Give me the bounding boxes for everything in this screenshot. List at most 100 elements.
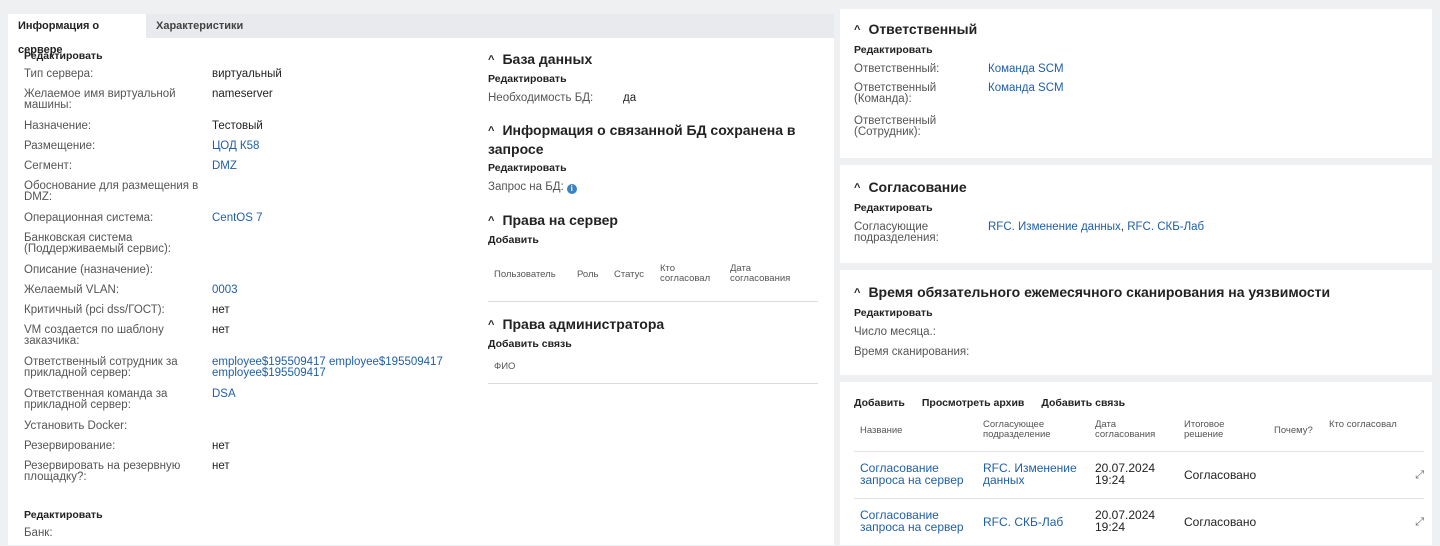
field-label: Желаемый VLAN:: [24, 284, 120, 296]
divider: [488, 383, 818, 384]
column-header[interactable]: Почему?: [1274, 426, 1313, 436]
column-header[interactable]: Согласующее подразделение: [983, 420, 1073, 440]
field-label: Критичный (pci dss/ГОСТ):: [24, 304, 165, 316]
field-value: виртуальный: [212, 68, 282, 80]
expand-icon[interactable]: ⤢: [1415, 516, 1424, 528]
column-header[interactable]: Название: [860, 426, 902, 436]
dept-link[interactable]: RFC. СКБ-Лаб: [983, 516, 1083, 528]
edit-approval-link[interactable]: Редактировать: [854, 202, 933, 214]
add-button[interactable]: Добавить: [854, 397, 905, 409]
chevron-up-icon: ^: [488, 215, 495, 227]
field-label: Время сканирования:: [854, 346, 970, 358]
approval-name-link[interactable]: Согласование запроса на сервер: [860, 462, 972, 486]
chevron-up-icon: ^: [488, 54, 495, 66]
field-label: Ответственная команда за прикладной серв…: [24, 388, 168, 411]
field-label: Желаемое имя виртуальной машины:: [24, 88, 176, 111]
expand-icon[interactable]: ⤢: [1415, 469, 1424, 481]
os-link[interactable]: CentOS 7: [212, 212, 467, 224]
approval-depts: RFC. Изменение данных, RFC. СКБ-Лаб: [988, 221, 1204, 233]
field-value: нет: [212, 460, 230, 472]
edit-responsible-link[interactable]: Редактировать: [854, 44, 933, 56]
field-label: Ответственный (Команда):: [854, 82, 937, 105]
field-label: Запрос на БД:: [488, 181, 564, 193]
field-value: Тестовый: [212, 120, 263, 132]
field-label: Ответственный:: [854, 63, 940, 75]
field-value: nameserver: [212, 88, 273, 100]
approval-date: 20.07.2024 19:24: [1095, 508, 1156, 534]
field-label: Резервирование:: [24, 440, 116, 452]
scan-time-header[interactable]: ^ Время обязательного ежемесячного сканир…: [854, 284, 1330, 303]
section-title: Информация о связанной БД сохранена в за…: [488, 122, 796, 157]
section-title: Права на сервер: [502, 212, 618, 228]
field-label: Число месяца.:: [854, 326, 936, 338]
field-label: Тип сервера:: [24, 68, 94, 80]
database-header[interactable]: ^ База данных: [488, 51, 592, 70]
edit-server-info-link[interactable]: Редактировать: [24, 50, 103, 62]
info-icon[interactable]: i: [566, 184, 577, 194]
dept-link[interactable]: RFC. Изменение данных: [988, 221, 1121, 233]
edit-linked-db-link[interactable]: Редактировать: [488, 162, 567, 174]
add-admin-link[interactable]: Добавить связь: [488, 338, 572, 350]
server-info-panel: Информация о сервере Характеристики Реда…: [8, 14, 834, 545]
placement-link[interactable]: ЦОД К58: [212, 140, 467, 152]
approval-card: ^ Согласование Редактировать Согласующие …: [840, 165, 1432, 263]
responsible-employee-link[interactable]: employee$195509417 employee$195509417 em…: [212, 356, 467, 379]
table-row[interactable]: Согласование запроса на сервер RFC. Изме…: [854, 451, 1424, 499]
field-label: Банковская система (Поддерживаемый серви…: [24, 232, 171, 255]
edit-scan-time-link[interactable]: Редактировать: [854, 307, 933, 319]
chevron-up-icon: ^: [488, 125, 495, 137]
section-title: Ответственный: [868, 21, 978, 37]
field-label: Операционная система:: [24, 212, 154, 224]
column-header[interactable]: Кто согласовал: [660, 264, 720, 284]
column-header[interactable]: ФИО: [494, 362, 515, 372]
vlan-link[interactable]: 0003: [212, 284, 467, 296]
column-header[interactable]: Дата согласования: [1095, 420, 1170, 440]
field-label: Описание (назначение):: [24, 264, 153, 276]
column-header[interactable]: Итоговое решение: [1184, 420, 1244, 440]
chevron-up-icon: ^: [854, 24, 861, 36]
edit-database-link[interactable]: Редактировать: [488, 73, 567, 85]
field-label: Ответственный сотрудник за прикладной се…: [24, 356, 178, 379]
edit-bank-link[interactable]: Редактировать: [24, 509, 103, 521]
field-label: Размещение:: [24, 140, 96, 152]
tab-characteristics[interactable]: Характеристики: [146, 14, 252, 38]
field-label: Необходимость БД:: [488, 92, 594, 104]
chevron-up-icon: ^: [854, 287, 861, 299]
approval-decision: Согласовано: [1184, 468, 1257, 482]
field-label: Сегмент:: [24, 160, 73, 172]
table-row[interactable]: Согласование запроса на сервер RFC. СКБ-…: [854, 498, 1424, 546]
column-header[interactable]: Роль: [577, 270, 599, 280]
add-link-button[interactable]: Добавить связь: [1041, 397, 1125, 409]
column-header[interactable]: Пользователь: [494, 270, 556, 280]
admin-rights-header[interactable]: ^ Права администратора: [488, 316, 664, 335]
responsible-header[interactable]: ^ Ответственный: [854, 21, 977, 40]
approval-header[interactable]: ^ Согласование: [854, 179, 967, 198]
section-title: Права администратора: [502, 316, 665, 332]
approval-name-link[interactable]: Согласование запроса на сервер: [860, 509, 972, 533]
add-server-right-link[interactable]: Добавить: [488, 234, 539, 246]
field-value: нет: [212, 304, 230, 316]
section-title: Время обязательного ежемесячного сканиро…: [868, 284, 1331, 300]
table-toolbar: Добавить Просмотреть архив Добавить связь: [854, 397, 1142, 409]
field-value: да: [623, 92, 637, 104]
tab-server-info[interactable]: Информация о сервере: [8, 14, 146, 56]
column-header[interactable]: Кто согласовал: [1329, 420, 1399, 430]
linked-db-header[interactable]: ^ Информация о связанной БД сохранена в з…: [488, 122, 818, 158]
dept-link[interactable]: RFC. Изменение данных: [983, 462, 1083, 486]
view-archive-button[interactable]: Просмотреть архив: [922, 397, 1025, 409]
responsible-team-link[interactable]: Команда SCM: [988, 82, 1064, 94]
server-rights-header[interactable]: ^ Права на сервер: [488, 212, 618, 231]
dept-link[interactable]: RFC. СКБ-Лаб: [1127, 221, 1204, 233]
field-label: Банк:: [24, 527, 53, 539]
column-header[interactable]: Статус: [614, 270, 644, 280]
field-label: Резервировать на резервную площадку?:: [24, 460, 181, 483]
field-label: Обоснование для размещения в DMZ:: [24, 180, 199, 203]
responsible-team-link[interactable]: DSA: [212, 388, 467, 400]
column-header[interactable]: Дата согласования: [730, 264, 810, 284]
field-row: Необходимость БД: да: [488, 92, 636, 104]
responsible-link[interactable]: Команда SCM: [988, 63, 1064, 75]
approval-date: 20.07.2024 19:24: [1095, 461, 1156, 487]
field-label: Согласующие подразделения:: [854, 221, 939, 244]
field-value: нет: [212, 440, 230, 452]
segment-link[interactable]: DMZ: [212, 160, 467, 172]
